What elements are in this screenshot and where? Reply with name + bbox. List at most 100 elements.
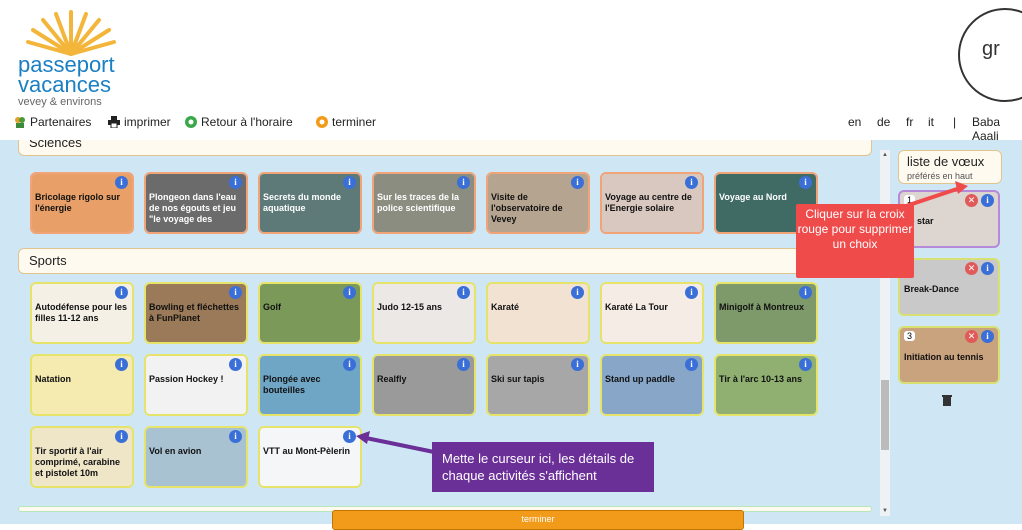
print-link[interactable]: imprimer: [108, 115, 171, 129]
activity-title: Secrets du monde aquatique: [263, 192, 342, 213]
remove-icon[interactable]: ✕: [965, 330, 978, 343]
activity-title: Tir sportif à l'air comprimé, carabine e…: [35, 446, 121, 478]
info-icon[interactable]: i: [343, 176, 356, 189]
activity-card[interactable]: Golf i: [258, 282, 362, 344]
group-logo[interactable]: gr: [958, 8, 1022, 102]
info-icon[interactable]: i: [229, 286, 242, 299]
lang-de[interactable]: de: [877, 115, 890, 129]
section-header-sports[interactable]: Sports: [18, 248, 872, 274]
lang-en[interactable]: en: [848, 115, 861, 129]
wishlist-panel: liste de vœux préférés en haut 1 de star ✕…: [896, 150, 1022, 524]
remove-icon[interactable]: ✕: [965, 194, 978, 207]
activity-card[interactable]: Vol en avion i: [144, 426, 248, 488]
activity-card[interactable]: Tir à l'arc 10-13 ans i: [714, 354, 818, 416]
activity-title: Tir à l'arc 10-13 ans: [719, 374, 803, 384]
lang-fr[interactable]: fr: [906, 115, 913, 129]
activity-title: Visite de l'observatoire de Vevey: [491, 192, 563, 224]
activity-card[interactable]: Minigolf à Montreux i: [714, 282, 818, 344]
scroll-down-arrow-icon[interactable]: ▼: [882, 508, 888, 514]
activity-card[interactable]: Stand up paddle i: [600, 354, 704, 416]
activity-card[interactable]: Karaté La Tour i: [600, 282, 704, 344]
activity-title: Plongée avec bouteilles: [263, 374, 321, 395]
activity-title: Karaté La Tour: [605, 302, 668, 312]
info-icon[interactable]: i: [571, 358, 584, 371]
activity-card[interactable]: Passion Hockey ! i: [144, 354, 248, 416]
nav-separator: |: [953, 115, 957, 129]
printer-icon: [108, 116, 120, 128]
section-header-sciences[interactable]: Sciences: [18, 140, 872, 156]
top-navbar: Partenaires imprimer Retour à l'horaire …: [0, 112, 1022, 143]
trash-icon[interactable]: [942, 394, 952, 406]
passeport-vacances-logo[interactable]: passeport vacances vevey & environs: [12, 8, 132, 108]
circle-arrow-icon: [185, 116, 197, 128]
user-name[interactable]: Baba Aaali: [972, 115, 1022, 143]
activity-card[interactable]: VTT au Mont-Pèlerin i: [258, 426, 362, 488]
print-label: imprimer: [124, 115, 171, 129]
activity-card[interactable]: Sur les traces de la police scientifique…: [372, 172, 476, 234]
activity-card[interactable]: Visite de l'observatoire de Vevey i: [486, 172, 590, 234]
remove-icon[interactable]: ✕: [965, 262, 978, 275]
activity-card[interactable]: Plongée avec bouteilles i: [258, 354, 362, 416]
partners-label: Partenaires: [30, 115, 92, 129]
lang-it[interactable]: it: [928, 115, 934, 129]
partners-link[interactable]: Partenaires: [14, 115, 91, 129]
sun-icon: [26, 10, 116, 56]
wishlist-item[interactable]: 3 Initiation au tennis ✕ i: [898, 326, 1000, 384]
info-icon[interactable]: i: [229, 430, 242, 443]
info-icon[interactable]: i: [343, 358, 356, 371]
remove-choice-tooltip: Cliquer sur la croix rouge pour supprime…: [796, 204, 914, 278]
info-icon[interactable]: i: [229, 358, 242, 371]
info-icon[interactable]: i: [457, 358, 470, 371]
info-icon[interactable]: i: [799, 358, 812, 371]
scroll-up-arrow-icon[interactable]: ▲: [882, 152, 888, 158]
activity-card[interactable]: Natation i: [30, 354, 134, 416]
activity-title: Realfly: [377, 374, 407, 384]
activity-title: Autodéfense pour les filles 11-12 ans: [35, 302, 128, 323]
info-icon[interactable]: i: [571, 176, 584, 189]
activity-card[interactable]: Realfly i: [372, 354, 476, 416]
info-icon[interactable]: i: [799, 176, 812, 189]
info-icon[interactable]: i: [457, 176, 470, 189]
activity-card[interactable]: Tir sportif à l'air comprimé, carabine e…: [30, 426, 134, 488]
logo-text-vacances: vacances: [18, 72, 111, 97]
activity-card[interactable]: Autodéfense pour les filles 11-12 ans i: [30, 282, 134, 344]
activity-card[interactable]: Judo 12-15 ans i: [372, 282, 476, 344]
info-icon[interactable]: i: [685, 176, 698, 189]
activity-title: Sur les traces de la police scientifique: [377, 192, 460, 213]
activity-title: Stand up paddle: [605, 374, 676, 384]
info-icon[interactable]: i: [685, 358, 698, 371]
activity-card[interactable]: Plongeon dans l'eau de nos égouts et jeu…: [144, 172, 248, 234]
activity-card[interactable]: Secrets du monde aquatique i: [258, 172, 362, 234]
scrollbar-thumb[interactable]: [881, 380, 889, 450]
activity-title: Judo 12-15 ans: [377, 302, 443, 312]
wishlist-item-title: Initiation au tennis: [904, 352, 984, 362]
info-icon[interactable]: i: [115, 176, 128, 189]
activity-title: Natation: [35, 374, 71, 384]
activity-card[interactable]: Bricolage rigolo sur l'énergie i: [30, 172, 134, 234]
activity-card[interactable]: Voyage au centre de l'Energie solaire i: [600, 172, 704, 234]
activity-title: Ski sur tapis: [491, 374, 545, 384]
info-icon[interactable]: i: [981, 330, 994, 343]
back-to-schedule-link[interactable]: Retour à l'horaire: [185, 115, 293, 129]
terminer-button[interactable]: terminer: [332, 510, 744, 530]
activity-title: Minigolf à Montreux: [719, 302, 804, 312]
info-icon[interactable]: i: [343, 286, 356, 299]
info-icon[interactable]: i: [229, 176, 242, 189]
info-icon[interactable]: i: [115, 286, 128, 299]
info-icon[interactable]: i: [115, 358, 128, 371]
info-icon[interactable]: i: [115, 430, 128, 443]
info-icon[interactable]: i: [799, 286, 812, 299]
info-icon[interactable]: i: [457, 286, 470, 299]
info-icon[interactable]: i: [981, 194, 994, 207]
info-icon[interactable]: i: [981, 262, 994, 275]
activity-title: Passion Hockey !: [149, 374, 224, 384]
section-title: Sports: [29, 253, 67, 268]
activity-card[interactable]: Ski sur tapis i: [486, 354, 590, 416]
wishlist-item-title: Break-Dance: [904, 284, 960, 294]
activity-card[interactable]: Karaté i: [486, 282, 590, 344]
info-icon[interactable]: i: [343, 430, 356, 443]
activity-card[interactable]: Bowling et fléchettes à FunPlanet i: [144, 282, 248, 344]
info-icon[interactable]: i: [685, 286, 698, 299]
finish-link[interactable]: terminer: [316, 115, 376, 129]
info-icon[interactable]: i: [571, 286, 584, 299]
